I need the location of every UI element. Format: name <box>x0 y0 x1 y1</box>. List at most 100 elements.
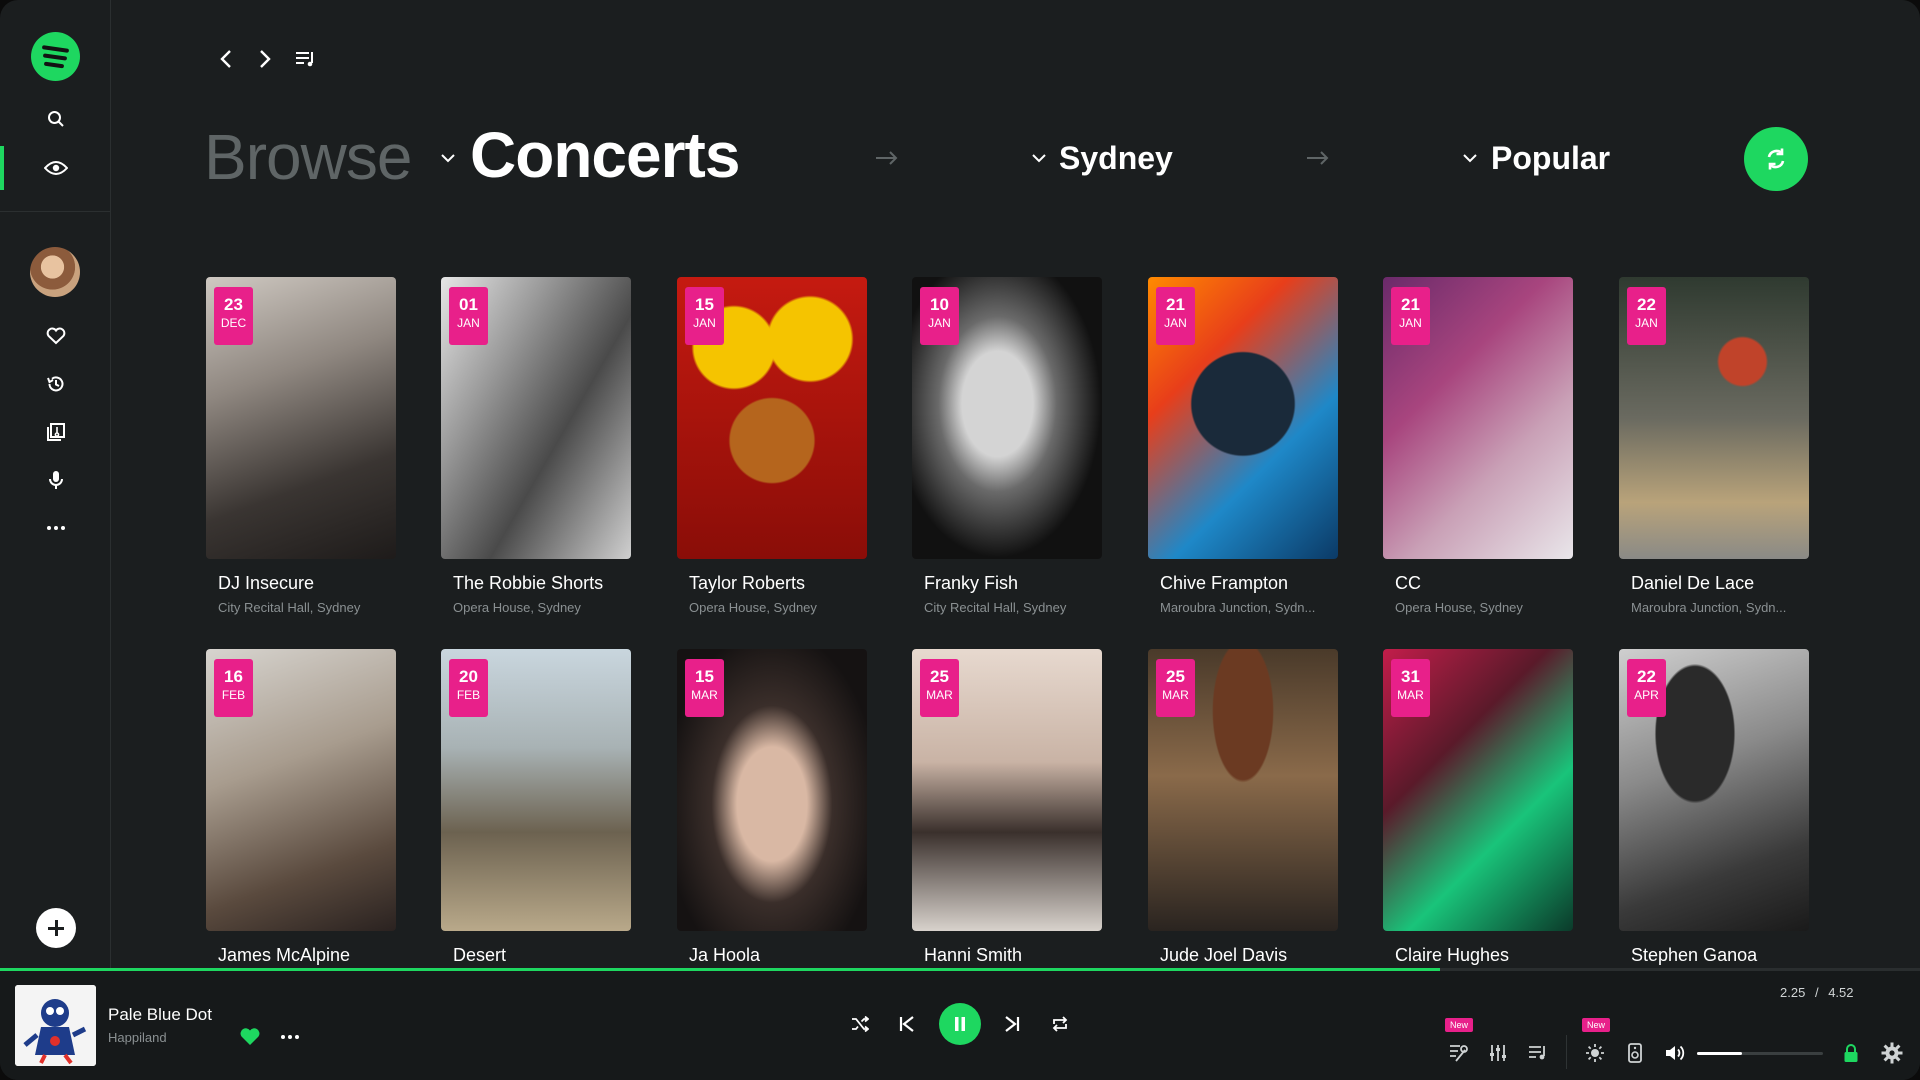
date-badge: 23 DEC <box>214 287 253 345</box>
date-month: DEC <box>220 316 247 330</box>
heart-icon[interactable] <box>41 321 71 351</box>
artist-name: Jude Joel Davis <box>1160 945 1288 965</box>
playback-time: 2.25 / 4.52 <box>1780 985 1854 1000</box>
new-badge: New <box>1582 1018 1610 1032</box>
artist-name: The Robbie Shorts <box>453 573 604 593</box>
pause-button[interactable] <box>939 1003 981 1045</box>
artist-name: Franky Fish <box>924 573 1019 593</box>
date-badge: 22 APR <box>1627 659 1666 717</box>
volume-icon[interactable] <box>1661 1039 1689 1067</box>
date-day: 22 <box>1637 667 1656 686</box>
date-badge: 25 MAR <box>920 659 959 717</box>
date-month: JAN <box>1164 316 1187 330</box>
date-month: APR <box>1634 688 1659 702</box>
add-plus-button[interactable] <box>36 908 76 948</box>
elapsed-time: 2.25 <box>1780 985 1806 1000</box>
arrow-right-icon <box>876 151 898 165</box>
search-icon[interactable] <box>41 104 71 134</box>
total-duration: 4.52 <box>1828 985 1854 1000</box>
date-day: 10 <box>930 295 949 314</box>
date-day: 23 <box>224 295 243 314</box>
track-options-icon[interactable] <box>276 1023 304 1051</box>
repeat-icon[interactable] <box>1046 1010 1074 1038</box>
concert-card[interactable]: 31 MAR Claire Hughes <box>1383 649 1573 966</box>
back-chevron-icon[interactable] <box>214 47 238 71</box>
date-badge: 22 JAN <box>1627 287 1666 345</box>
microphone-icon[interactable] <box>41 465 71 495</box>
next-track-icon[interactable] <box>998 1010 1026 1038</box>
like-heart-icon[interactable] <box>236 1023 264 1051</box>
artist-name: Chive Frampton <box>1160 573 1289 593</box>
location-dropdown[interactable]: Sydney <box>1059 140 1173 177</box>
concert-card[interactable]: 23 DEC DJ Insecure City Recital Hall, Syd… <box>206 277 396 615</box>
speaker-device-icon[interactable] <box>1621 1039 1649 1067</box>
concert-card[interactable]: 22 APR Stephen Ganoa <box>1619 649 1809 966</box>
artist-name: Ja Hoola <box>689 945 761 965</box>
category-dropdown[interactable]: Concerts <box>470 118 740 192</box>
sort-chevron-down-icon[interactable] <box>1462 150 1478 166</box>
browse-heading: Browse <box>204 121 412 193</box>
date-badge: 16 FEB <box>214 659 253 717</box>
sort-dropdown[interactable]: Popular <box>1491 140 1610 177</box>
concert-card[interactable]: 15 MAR Ja Hoola <box>677 649 867 966</box>
concert-card[interactable]: 15 JAN Taylor Roberts Opera House, Sydney <box>677 277 867 615</box>
concert-card[interactable]: 25 MAR Hanni Smith <box>912 649 1102 966</box>
date-day: 21 <box>1401 295 1420 314</box>
settings-gear-icon[interactable] <box>1878 1039 1906 1067</box>
time-separator: / <box>1814 985 1819 1000</box>
concert-photo: 25 MAR <box>1148 649 1338 931</box>
lyrics-icon[interactable] <box>1444 1039 1472 1067</box>
date-day: 25 <box>1166 667 1185 686</box>
brightness-sun-icon[interactable] <box>1581 1039 1609 1067</box>
lock-icon[interactable] <box>1837 1039 1865 1067</box>
concert-photo: 21 JAN <box>1383 277 1573 559</box>
venue-name: Opera House, Sydney <box>1395 600 1523 615</box>
track-title[interactable]: Pale Blue Dot <box>108 1005 212 1025</box>
forward-chevron-icon[interactable] <box>253 47 277 71</box>
sidebar <box>0 0 111 968</box>
concert-photo: 25 MAR <box>912 649 1102 931</box>
artist-name: Daniel De Lace <box>1631 573 1755 593</box>
concert-card[interactable]: 21 JAN Chive Frampton Maroubra Junction, … <box>1148 277 1338 615</box>
date-badge: 01 JAN <box>449 287 488 345</box>
concert-photo: 22 APR <box>1619 649 1809 931</box>
date-month: FEB <box>221 688 246 702</box>
queue-icon[interactable] <box>294 47 318 71</box>
browse-eye-icon[interactable] <box>41 153 71 183</box>
active-indicator <box>0 146 4 190</box>
venue-name: Maroubra Junction, Sydn... <box>1160 600 1316 615</box>
artist-name: Stephen Ganoa <box>1631 945 1758 965</box>
concert-photo: 15 JAN <box>677 277 867 559</box>
track-artist[interactable]: Happiland <box>108 1030 167 1045</box>
date-badge: 21 JAN <box>1391 287 1430 345</box>
refresh-icon <box>1767 148 1785 170</box>
history-icon[interactable] <box>41 369 71 399</box>
date-day: 20 <box>459 667 478 686</box>
shuffle-icon[interactable] <box>846 1010 874 1038</box>
concert-card[interactable]: 21 JAN CC Opera House, Sydney <box>1383 277 1573 615</box>
equalizer-icon[interactable] <box>1484 1039 1512 1067</box>
user-avatar[interactable] <box>30 247 80 297</box>
category-chevron-down-icon[interactable] <box>440 150 456 166</box>
previous-track-icon[interactable] <box>893 1010 921 1038</box>
location-chevron-down-icon[interactable] <box>1031 150 1047 166</box>
artist-name: James McAlpine <box>218 945 351 965</box>
venue-name: Maroubra Junction, Sydn... <box>1631 600 1787 615</box>
concert-card[interactable]: 01 JAN The Robbie Shorts Opera House, Syd… <box>441 277 631 615</box>
date-badge: 31 MAR <box>1391 659 1430 717</box>
date-day: 16 <box>224 667 243 686</box>
album-cover[interactable] <box>15 985 96 1066</box>
date-badge: 15 MAR <box>685 659 724 717</box>
player-bar: Pale Blue Dot Happiland 2.25 / 4.52 New <box>0 971 1920 1080</box>
concert-card[interactable]: 22 JAN Daniel De Lace Maroubra Junction, … <box>1619 277 1809 615</box>
refresh-button[interactable] <box>1744 127 1808 191</box>
volume-slider[interactable] <box>1697 1052 1823 1055</box>
concert-card[interactable]: 16 FEB James McAlpine <box>206 649 396 966</box>
library-icon[interactable] <box>41 417 71 447</box>
concert-card[interactable]: 10 JAN Franky Fish City Recital Hall, Syd… <box>912 277 1102 615</box>
queue-list-icon[interactable] <box>1524 1039 1552 1067</box>
concert-card[interactable]: 25 MAR Jude Joel Davis <box>1148 649 1338 966</box>
concert-card[interactable]: 20 FEB Desert <box>441 649 631 966</box>
spotify-logo-icon[interactable] <box>31 32 80 81</box>
more-dots-icon[interactable] <box>41 513 71 543</box>
